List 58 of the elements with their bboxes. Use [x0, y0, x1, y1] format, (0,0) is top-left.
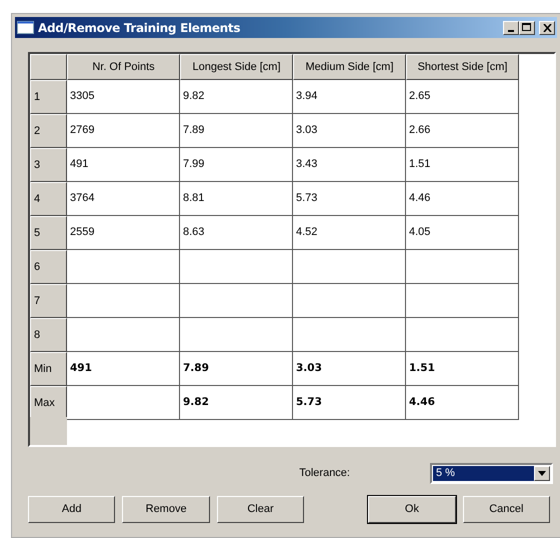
table-cell: 1.51 [406, 352, 519, 386]
table-cell: 3.94 [293, 80, 406, 114]
close-icon [542, 24, 552, 32]
table-cell: 3.03 [293, 114, 406, 148]
row-header[interactable]: 4 [30, 182, 67, 216]
column-header[interactable]: Nr. Of Points [67, 54, 180, 80]
table-cell: 3305 [67, 80, 180, 114]
table-cell: 4.52 [293, 216, 406, 250]
minimize-icon [508, 30, 514, 32]
dialog-button[interactable]: Ok [368, 496, 456, 523]
dialog-button[interactable]: Remove [122, 496, 210, 523]
dialog-button[interactable]: Cancel [462, 496, 550, 523]
table-cell: 3.43 [293, 148, 406, 182]
maximize-icon [522, 23, 532, 32]
row-header[interactable]: Max [30, 386, 67, 420]
table-cell: 3.03 [293, 352, 406, 386]
table-cell: 7.99 [180, 148, 293, 182]
tolerance-dropdown[interactable]: 5 % [430, 462, 553, 484]
table-cell: 2769 [67, 114, 180, 148]
table-cell: 7.89 [180, 352, 293, 386]
table-cell: 9.82 [180, 80, 293, 114]
row-header[interactable]: 5 [30, 216, 67, 250]
corner-header[interactable] [30, 54, 67, 80]
table-cell: 9.82 [180, 386, 293, 420]
tolerance-label: Tolerance: [299, 466, 350, 481]
table-cell: 2.65 [406, 80, 519, 114]
row-header[interactable]: 6 [30, 250, 67, 284]
table-cell: 491 [67, 352, 180, 386]
table-cell: 7.89 [180, 114, 293, 148]
row-header[interactable]: 7 [30, 284, 67, 318]
table-cell: 4.46 [406, 386, 519, 420]
table-cell: 491 [67, 148, 180, 182]
table-cell: 1.51 [406, 148, 519, 182]
row-header[interactable]: 1 [30, 80, 67, 114]
close-button[interactable] [539, 20, 555, 34]
table-cell: 3764 [67, 182, 180, 216]
table-cell: 2559 [67, 216, 180, 250]
table-cell: 4.05 [406, 216, 519, 250]
row-header[interactable]: 2 [30, 114, 67, 148]
minimize-button[interactable] [503, 20, 519, 34]
dialog-button[interactable]: Add [28, 496, 116, 523]
column-header[interactable]: Medium Side [cm] [293, 54, 406, 80]
row-header[interactable]: 3 [30, 148, 67, 182]
table-cell: 5.73 [293, 386, 406, 420]
table-cell: 2.66 [406, 114, 519, 148]
table-cell: 8.63 [180, 216, 293, 250]
row-header[interactable]: 8 [30, 318, 67, 352]
window-title: Add/Remove Training Elements [38, 20, 240, 36]
row-header[interactable]: Min [30, 352, 67, 386]
dialog-button[interactable]: Clear [216, 496, 304, 523]
table-cell: 4.46 [406, 182, 519, 216]
row-header-strip [30, 417, 67, 445]
table-cell: 5.73 [293, 182, 406, 216]
table-cell: 8.81 [180, 182, 293, 216]
column-header[interactable]: Longest Side [cm] [180, 54, 293, 80]
column-header[interactable]: Shortest Side [cm] [406, 54, 519, 80]
maximize-button[interactable] [519, 20, 535, 34]
window-icon [17, 21, 34, 34]
